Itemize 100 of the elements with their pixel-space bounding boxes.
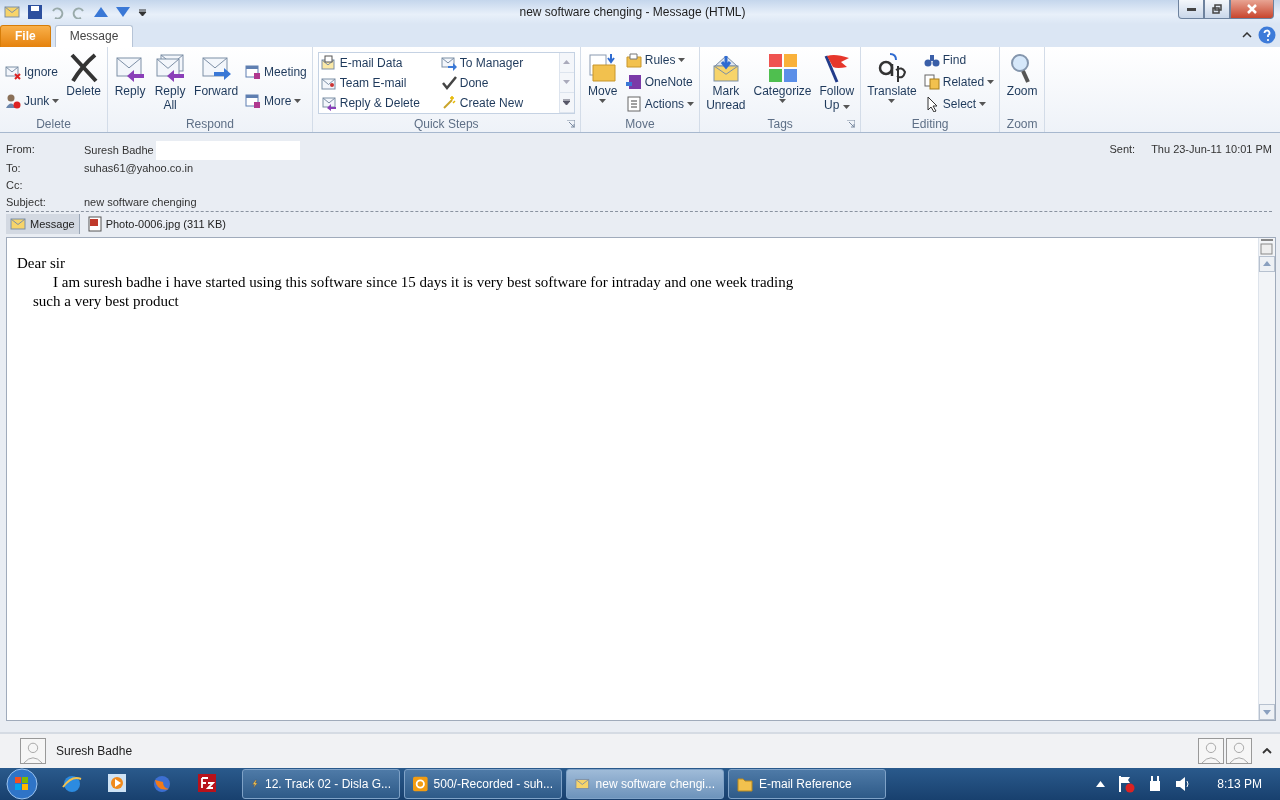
ribbon-button[interactable]: Forward	[191, 49, 242, 116]
group-label: Respond	[185, 117, 234, 131]
taskbar-button[interactable]: 12. Track 02 - Disla G...	[242, 769, 400, 799]
collapse-ribbon-icon[interactable]	[1242, 31, 1252, 38]
close-button[interactable]	[1230, 0, 1274, 19]
ribbon-button[interactable]: Ignore	[3, 62, 62, 83]
window-title: new software chenging - Message (HTML)	[519, 4, 746, 19]
ribbon-button[interactable]: OneNote	[623, 71, 697, 92]
expand-icon[interactable]	[1262, 748, 1272, 755]
image-file-icon	[87, 215, 102, 232]
field-label: Subject:	[6, 195, 47, 210]
folder-icon	[625, 51, 642, 68]
ribbon-button[interactable]: Translate	[864, 49, 920, 116]
caret-icon	[294, 99, 302, 104]
field-label: From:	[6, 142, 36, 157]
calendar-icon	[245, 93, 262, 110]
save-icon[interactable]	[28, 4, 42, 19]
message-text: such a very best product	[32, 291, 180, 311]
caret-icon	[842, 104, 850, 109]
ribbon-button[interactable]: Create New	[438, 92, 559, 113]
ribbon-button[interactable]: To Manager	[438, 52, 559, 73]
message-tab[interactable]: Message	[6, 214, 80, 234]
envelope-icon	[10, 217, 26, 230]
list-icon	[625, 95, 642, 112]
square-logo-icon[interactable]	[198, 774, 216, 792]
minimize-button[interactable]	[1178, 0, 1204, 19]
group-label: Move	[625, 117, 655, 131]
notebook-icon	[625, 73, 642, 90]
checkmark-icon	[440, 74, 457, 91]
field-label: To:	[6, 161, 22, 176]
group-label: Zoom	[1006, 117, 1038, 131]
ribbon-tab[interactable]: Message	[54, 24, 134, 47]
ribbon-button[interactable]: Zoom	[1003, 49, 1042, 116]
ribbon-button[interactable]: Actions	[623, 93, 697, 114]
ribbon-button[interactable]: Related	[921, 71, 997, 92]
contact-name: Suresh Badhe	[56, 744, 133, 759]
avatar-icon	[20, 738, 46, 765]
minimize-icon	[1186, 7, 1196, 11]
ribbon-button[interactable]: Delete	[63, 49, 105, 116]
calendar-icon	[245, 64, 262, 81]
ribbon-button[interactable]: Move	[583, 49, 622, 116]
avatar-icon	[1226, 738, 1252, 765]
ribbon-button[interactable]: Categorize	[750, 49, 815, 116]
dialog-launcher-icon[interactable]	[566, 120, 575, 128]
caret-icon	[599, 98, 607, 103]
folder-icon	[737, 776, 753, 792]
customize-caret-icon[interactable]	[138, 6, 147, 17]
ribbon-button[interactable]: Reply	[111, 49, 150, 116]
ribbon-button[interactable]: Reply All	[151, 49, 190, 116]
envelopes-arrow-icon	[154, 51, 187, 84]
down-triangle-icon	[563, 80, 571, 85]
dialog-launcher-icon[interactable]	[847, 120, 856, 128]
group-label: Tags	[767, 117, 793, 131]
folder-arrow-icon	[586, 51, 619, 84]
down-arrow-icon[interactable]	[116, 6, 130, 17]
scroll-up-button[interactable]	[1259, 255, 1275, 272]
gallery-more-button[interactable]	[559, 92, 574, 113]
message-text: Dear sir	[17, 253, 66, 273]
person-block-icon	[5, 93, 21, 110]
help-icon[interactable]	[1258, 25, 1276, 44]
envelope-icon	[320, 54, 337, 71]
translate-icon	[876, 51, 908, 84]
ribbon-button[interactable]: Team E-mail	[318, 72, 439, 93]
taskbar-button[interactable]: E-mail Reference	[728, 769, 886, 799]
field-value: Suresh Badhe	[84, 143, 154, 158]
ribbon-button[interactable]: E-mail Data	[318, 52, 439, 73]
caret-icon	[678, 57, 686, 62]
group-label: Quick Steps	[413, 117, 479, 131]
field-label: Cc:	[6, 178, 24, 193]
restore-icon	[1212, 4, 1222, 14]
play-icon[interactable]	[108, 774, 126, 792]
ribbon-button[interactable]: Mark Unread	[703, 49, 749, 116]
up-arrow-icon[interactable]	[94, 6, 108, 17]
caret-icon	[888, 98, 896, 103]
globe-icon[interactable]	[62, 774, 82, 794]
attachment-tab[interactable]: Photo-0006.jpg (311 KB)	[83, 214, 231, 234]
zoom-lock-icon[interactable]	[1259, 237, 1275, 256]
field-value: Thu 23-Jun-11 10:01 PM	[1151, 142, 1272, 157]
group-label: Editing	[911, 117, 949, 131]
ribbon-button[interactable]: Done	[438, 72, 559, 93]
restore-button[interactable]	[1204, 0, 1230, 19]
ribbon-button[interactable]: Select	[921, 93, 997, 114]
ribbon-button[interactable]: Junk	[3, 91, 62, 112]
down-triangle-icon	[1263, 709, 1271, 715]
caret-icon	[687, 101, 695, 106]
ribbon-button[interactable]: Follow Up	[816, 49, 858, 116]
speaker-icon[interactable]	[1175, 776, 1192, 792]
ribbon-button[interactable]: Reply & Delete	[318, 92, 439, 113]
fox-globe-icon[interactable]	[152, 774, 172, 794]
clock[interactable]: 8:13 PM	[1217, 777, 1262, 791]
show-hidden-icons-icon[interactable]	[1096, 781, 1106, 787]
ribbon-button[interactable]: Meeting	[243, 62, 309, 83]
ribbon-button[interactable]: Rules	[623, 49, 697, 70]
flag-error-icon[interactable]	[1117, 775, 1136, 793]
envelope-x-icon	[5, 64, 21, 81]
taskbar-button[interactable]: 500/-Recorded - suh...	[404, 769, 562, 799]
color-grid-icon	[766, 51, 799, 84]
ribbon-button[interactable]: Find	[921, 49, 997, 70]
group-label: Delete	[36, 117, 71, 131]
ribbon-button[interactable]: More	[243, 91, 309, 112]
